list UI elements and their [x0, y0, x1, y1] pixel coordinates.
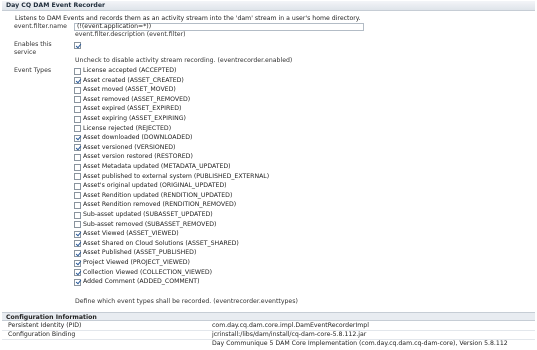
event-type-label: Asset expired (ASSET_EXPIRED) [83, 105, 182, 113]
event-type-checkbox[interactable] [74, 115, 81, 123]
event-type-checkbox[interactable] [74, 230, 81, 238]
filter-note: event.filter.description (event.filter) [75, 31, 186, 38]
event-type-label: Asset Metadata updated (METADATA_UPDATED… [83, 163, 231, 170]
event-type-label: Asset published to external system (PUBL… [83, 172, 270, 180]
event-type-label: Added Comment (ADDED_COMMENT) [83, 278, 200, 286]
event-types-label: Event Types [14, 67, 52, 74]
event-type-checkbox[interactable] [74, 154, 81, 162]
event-type-checkbox[interactable] [74, 106, 81, 114]
pid-value: com.day.cq.dam.core.impl.DamEventRecorde… [212, 322, 369, 329]
event-type-checkbox[interactable] [74, 278, 81, 286]
event-type-checkbox[interactable] [74, 144, 81, 152]
event-type-checkbox[interactable] [74, 192, 81, 200]
event-type-label: Sub-asset removed (SUBASSET_REMOVED) [83, 220, 217, 228]
panel-title: Day CQ DAM Event Recorder [2, 1, 535, 11]
event-type-checkbox[interactable] [74, 163, 81, 171]
event-type-checkbox[interactable] [74, 134, 81, 142]
config-form: Listens to DAM Events and records them a… [2, 12, 535, 312]
event-type-label: Asset moved (ASSET_MOVED) [83, 86, 176, 94]
event-type-label: Asset Rendition removed (RENDITION_REMOV… [83, 201, 237, 209]
event-type-checkbox[interactable] [74, 67, 81, 75]
event-type-checkbox[interactable] [74, 259, 81, 267]
event-type-label: Asset expiring (ASSET_EXPIRING) [83, 115, 186, 122]
event-type-checkbox[interactable] [74, 202, 81, 210]
event-type-label: License accepted (ACCEPTED) [83, 67, 177, 74]
event-type-checkbox[interactable] [74, 269, 81, 277]
event-type-checkbox[interactable] [74, 221, 81, 229]
event-type-label: Project Viewed (PROJECT_VIEWED) [83, 259, 190, 266]
event-type-label: Asset removed (ASSET_REMOVED) [83, 95, 191, 103]
event-type-label: Asset Shared on Cloud Solutions (ASSET_S… [83, 239, 239, 247]
event-type-label: Asset Published (ASSET_PUBLISHED) [83, 249, 197, 257]
event-type-label: Asset downloaded (DOWNLOADED) [83, 134, 193, 142]
binding-value: jcrinstall:/libs/dam/install/cq-dam-core… [212, 331, 367, 338]
event-type-label: Asset Viewed (ASSET_VIEWED) [83, 230, 179, 238]
bundle-row: Day Communique 5 DAM Core Implementation… [2, 339, 535, 348]
event-type-checkbox[interactable] [74, 173, 81, 181]
bundle-value: Day Communique 5 DAM Core Implementation… [212, 340, 508, 347]
event-type-checkbox[interactable] [74, 182, 81, 190]
config-info-header: Configuration Information [2, 312, 535, 321]
event-type-label: Asset's original updated (ORIGINAL_UPDAT… [83, 182, 227, 190]
event-type-checkbox[interactable] [74, 86, 81, 94]
binding-label: Configuration Binding [8, 331, 76, 338]
pid-label: Persistent Identity (PID) [8, 322, 82, 329]
event-type-checkbox[interactable] [74, 240, 81, 248]
event-type-label: Asset version restored (RESTORED) [83, 153, 193, 161]
event-type-label: Asset versioned (VERSIONED) [83, 143, 176, 151]
enable-checkbox[interactable] [74, 42, 81, 49]
filter-label: event.filter.name [14, 23, 67, 30]
event-types-note: Define which event types shall be record… [75, 298, 298, 305]
event-type-label: License rejected (REJECTED) [83, 124, 172, 132]
enable-label: Enables this service [14, 41, 52, 56]
event-type-checkbox[interactable] [74, 96, 81, 104]
event-type-checkbox[interactable] [74, 125, 81, 133]
event-type-checkbox[interactable] [74, 211, 81, 219]
service-description: Listens to DAM Events and records them a… [15, 15, 361, 22]
enable-note: Uncheck to disable activity stream recor… [75, 57, 293, 64]
event-type-label: Sub-asset updated (SUBASSET_UPDATED) [83, 211, 213, 218]
event-type-checkbox[interactable] [74, 250, 81, 258]
event-type-label: Asset Rendition updated (RENDITION_UPDAT… [83, 191, 233, 199]
filter-input[interactable]: (!(event.application=*)) [74, 23, 364, 31]
event-type-label: Asset created (ASSET_CREATED) [83, 76, 184, 84]
event-type-checkbox[interactable] [74, 77, 81, 85]
event-type-label: Collection Viewed (COLLECTION_VIEWED) [83, 268, 213, 276]
